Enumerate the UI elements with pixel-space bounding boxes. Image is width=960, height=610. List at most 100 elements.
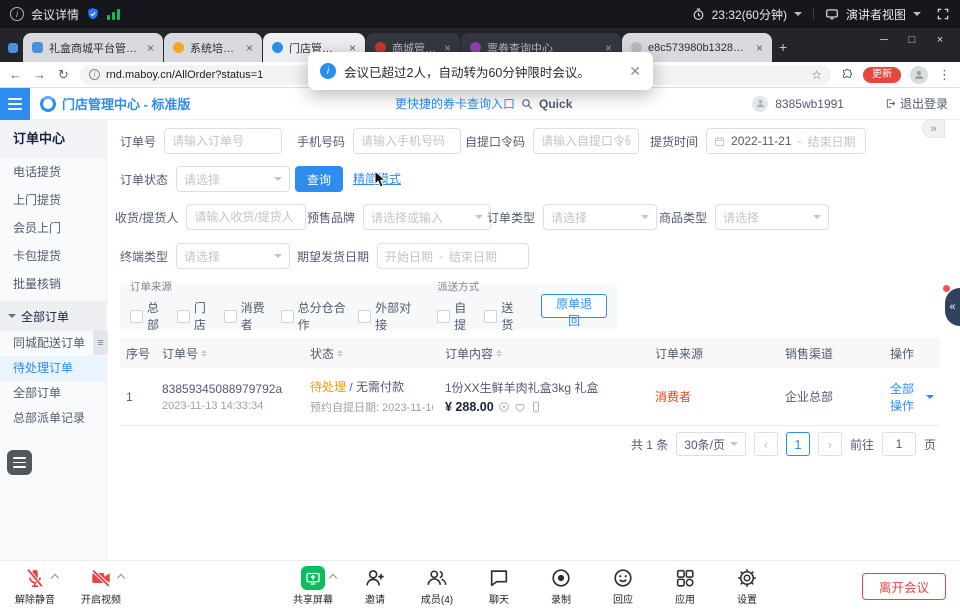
share-options-chevron[interactable] [329, 574, 337, 582]
timer-caret-icon[interactable] [794, 12, 802, 20]
view-mode-button[interactable]: 演讲者视图 [846, 6, 906, 23]
reload-icon[interactable]: ↻ [56, 68, 71, 81]
order-source-panel: 订单来源 总部 门店 消费者 总分仓合作 外部对接 派送方式 自提 送货 原单退… [120, 283, 617, 329]
filter-label-order-no: 订单号 [120, 133, 156, 150]
sidebar-item-hq-dispatch-records[interactable]: 总部派单记录 [0, 406, 106, 431]
sidebar-item-door-pickup[interactable]: 上门提货 [0, 186, 106, 214]
username[interactable]: 8385wb1991 [775, 97, 844, 111]
leave-meeting-button[interactable]: 离开会议 [862, 573, 946, 600]
remark-icon[interactable] [498, 401, 510, 413]
browser-profile-avatar[interactable] [910, 66, 928, 84]
sort-icon[interactable] [496, 350, 502, 357]
settings-button[interactable]: 设置 [722, 566, 772, 606]
start-video-button[interactable]: 开启视频 [76, 566, 126, 606]
gift-icon[interactable] [514, 401, 526, 413]
checkbox-source-consumer[interactable]: 消费者 [224, 299, 269, 333]
order-status-select[interactable]: 请选择 [176, 166, 290, 192]
tab-close-icon[interactable]: × [246, 42, 253, 54]
logout-button[interactable]: 退出登录 [885, 95, 948, 112]
sidebar-item-city-delivery-orders[interactable]: 同城配送订单 [0, 331, 106, 356]
coupon-query-link[interactable]: 更快捷的券卡查询入口 [395, 95, 515, 112]
reactions-button[interactable]: 回应 [598, 566, 648, 606]
header-order-no[interactable]: 订单号 [156, 345, 304, 362]
sidebar-collapse-handle[interactable]: ≡ [93, 330, 108, 355]
checkbox-source-store[interactable]: 门店 [177, 299, 212, 333]
chat-button[interactable]: 聊天 [474, 566, 524, 606]
quick-search-button[interactable]: Quick [539, 97, 572, 111]
tab-close-icon[interactable]: × [756, 42, 763, 54]
new-tab-button[interactable]: + [779, 39, 787, 55]
expect-date-range[interactable]: 开始日期 - 结束日期 [377, 243, 529, 269]
search-button[interactable]: 查询 [295, 166, 343, 192]
mic-options-chevron[interactable] [51, 574, 59, 582]
site-info-icon[interactable]: i [89, 69, 100, 80]
sidebar-item-all-orders[interactable]: 全部订单 [0, 381, 106, 406]
row-actions-dropdown[interactable]: 全部操作 [890, 380, 934, 414]
members-button[interactable]: 成员(4) [412, 566, 462, 606]
sidebar-item-pending-orders[interactable]: 待处理订单 [0, 356, 106, 381]
receiver-input[interactable] [186, 204, 306, 230]
page-size-select[interactable]: 30条/页 [676, 432, 746, 456]
invite-button[interactable]: 邀请 [350, 566, 400, 606]
browser-tab-training[interactable]: 系统培训学习 × [164, 33, 262, 62]
checkbox-delivery[interactable]: 送货 [484, 299, 519, 333]
sidebar-item-phone-pickup[interactable]: 电话提货 [0, 158, 106, 186]
checkbox-self-pickup[interactable]: 自提 [437, 299, 472, 333]
meeting-info-icon[interactable]: i [10, 7, 24, 21]
header-status[interactable]: 状态 [304, 345, 439, 362]
checkbox-source-hq[interactable]: 总部 [130, 299, 165, 333]
sidebar-item-batch-verify[interactable]: 批量核销 [0, 270, 106, 298]
browser-menu-icon[interactable]: ⋮ [937, 68, 952, 81]
security-shield-icon[interactable] [86, 7, 100, 21]
sidebar-toggle-button[interactable] [0, 88, 30, 120]
tab-close-icon[interactable]: × [147, 42, 154, 54]
filter-expand-handle[interactable]: » [922, 119, 945, 138]
phone-icon[interactable] [530, 401, 542, 413]
search-icon[interactable] [521, 98, 533, 110]
fullscreen-icon[interactable] [936, 7, 950, 21]
apps-button[interactable]: 应用 [660, 566, 710, 606]
browser-tab-giftbox-admin[interactable]: 礼盒商城平台管理中心 × [23, 33, 163, 62]
sort-icon[interactable] [337, 350, 343, 357]
view-caret-icon[interactable] [913, 12, 921, 20]
checkbox-source-warehouse-coop[interactable]: 总分仓合作 [281, 299, 346, 333]
prev-page-button[interactable]: ‹ [754, 432, 778, 456]
tab-group-indicator[interactable] [8, 43, 18, 53]
sort-icon[interactable] [201, 350, 207, 357]
unmute-button[interactable]: 解除静音 [10, 566, 60, 606]
next-page-button[interactable]: › [818, 432, 842, 456]
browser-update-button[interactable]: 更新 [863, 67, 901, 83]
back-icon[interactable]: ← [8, 68, 23, 81]
pickup-date-range[interactable]: 2022-11-21 - 结束日期 [706, 128, 866, 154]
meeting-details-button[interactable]: 会议详情 [31, 6, 79, 23]
goto-page-input[interactable] [882, 432, 916, 456]
record-button[interactable]: 录制 [536, 566, 586, 606]
header-content[interactable]: 订单内容 [439, 345, 649, 362]
side-drawer-handle[interactable]: « [945, 288, 960, 326]
sidebar-section-order-center[interactable]: 订单中心 [0, 120, 106, 158]
sidebar-item-member-visit[interactable]: 会员上门 [0, 214, 106, 242]
return-original-order-button[interactable]: 原单退回 [541, 294, 607, 318]
sidebar-group-all-orders[interactable]: 全部订单 [0, 301, 106, 331]
window-close-button[interactable]: × [926, 31, 954, 49]
terminal-type-select[interactable]: 请选择 [176, 243, 290, 269]
meeting-timer[interactable]: 23:32(60分钟) [712, 6, 787, 23]
presale-brand-select[interactable]: 请选择或输入 [363, 204, 491, 230]
extensions-icon[interactable] [840, 68, 854, 82]
goods-type-select[interactable]: 请选择 [715, 204, 829, 230]
order-no-input[interactable] [164, 128, 282, 154]
checkbox-source-external[interactable]: 外部对接 [358, 299, 413, 333]
order-type-select[interactable]: 请选择 [543, 204, 657, 230]
current-page-button[interactable]: 1 [786, 432, 810, 456]
window-minimize-button[interactable]: ─ [870, 31, 898, 49]
video-options-chevron[interactable] [117, 574, 125, 582]
quick-list-float-button[interactable] [7, 450, 32, 475]
pickup-code-input[interactable] [533, 128, 639, 154]
sidebar-item-card-pickup[interactable]: 卡包提货 [0, 242, 106, 270]
window-maximize-button[interactable]: □ [898, 31, 926, 49]
bookmark-star-icon[interactable]: ☆ [811, 68, 822, 82]
share-screen-button[interactable]: 共享屏幕 [288, 566, 338, 606]
phone-input[interactable] [353, 128, 461, 154]
notification-close-icon[interactable]: ✕ [629, 63, 641, 80]
forward-icon[interactable]: → [32, 68, 47, 81]
